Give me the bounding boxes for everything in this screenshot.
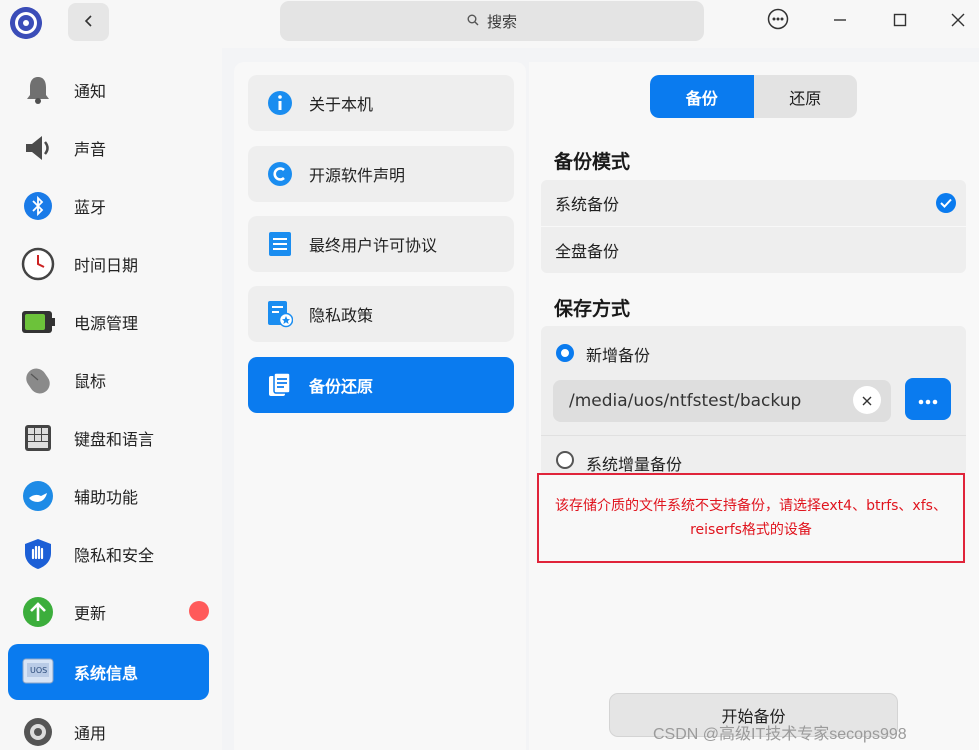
backup-restore-panel: 备份 还原 备份模式 系统备份 全盘备份 保存方式 新增备份 /media/uo…: [529, 62, 979, 750]
incremental-backup-radio[interactable]: [556, 451, 574, 469]
backup-mode-title: 备份模式: [554, 151, 631, 173]
sidebar-item-bluetooth[interactable]: 蓝牙: [8, 178, 209, 234]
watermark: CSDN @高级IT技术专家secops998: [653, 726, 907, 743]
sidebar-item-power[interactable]: 电源管理: [8, 294, 209, 350]
menu-item-privacy-policy[interactable]: 隐私政策: [248, 286, 514, 342]
backup-path-value: /media/uos/ntfstest/backup: [569, 391, 802, 411]
backup-mode-label: 全盘备份: [555, 242, 620, 261]
sidebar-item-update[interactable]: 更新: [8, 584, 209, 640]
shield-icon: [20, 536, 56, 572]
sidebar: 通知 声音 蓝牙 时间日期 电源管理 鼠标 键盘和语言 辅助功能 隐私和安全 更…: [0, 48, 222, 750]
browse-path-button[interactable]: [905, 378, 951, 420]
keyboard-icon: [20, 420, 56, 456]
menu-item-about[interactable]: 关于本机: [248, 75, 514, 131]
sidebar-item-system-info[interactable]: UOS 系统信息: [8, 644, 209, 700]
search-input[interactable]: 搜索: [280, 1, 704, 41]
backup-mode-system[interactable]: 系统备份: [541, 180, 966, 226]
sidebar-item-label: 更新: [74, 604, 107, 623]
clear-path-button[interactable]: [853, 386, 881, 414]
close-button[interactable]: [938, 4, 978, 38]
warning-text: 该存储介质的文件系统不支持备份，请选择ext4、btrfs、xfs、reiser…: [555, 498, 947, 538]
battery-icon: [20, 304, 56, 340]
menu-item-open-source[interactable]: 开源软件声明: [248, 146, 514, 202]
more-menu-button[interactable]: [758, 4, 798, 38]
sidebar-item-mouse[interactable]: 鼠标: [8, 352, 209, 408]
speaker-icon: [20, 130, 56, 166]
sidebar-item-sound[interactable]: 声音: [8, 120, 209, 176]
sidebar-item-label: 通用: [74, 724, 107, 743]
menu-item-eula[interactable]: 最终用户许可协议: [248, 216, 514, 272]
menu-item-backup-restore[interactable]: 备份还原: [248, 357, 514, 413]
sidebar-item-label: 系统信息: [74, 664, 139, 683]
search-icon: [467, 12, 479, 30]
sidebar-item-label: 通知: [74, 82, 107, 101]
sidebar-item-notification[interactable]: 通知: [8, 62, 209, 118]
sidebar-item-label: 隐私和安全: [74, 546, 155, 565]
backup-icon: [266, 371, 294, 399]
clock-icon: [20, 246, 56, 282]
backup-mode-full-disk[interactable]: 全盘备份: [541, 227, 966, 273]
copyright-icon: [266, 160, 294, 188]
update-badge: [189, 601, 209, 621]
close-icon: [862, 391, 872, 410]
more-icon: [767, 8, 789, 34]
sidebar-item-label: 电源管理: [74, 314, 139, 333]
menu-item-label: 开源软件声明: [309, 166, 406, 185]
accessibility-icon: [20, 478, 56, 514]
sidebar-item-label: 鼠标: [74, 372, 107, 391]
bluetooth-icon: [20, 188, 56, 224]
sidebar-item-general[interactable]: 通用: [8, 704, 209, 750]
title-bar: 搜索: [0, 0, 979, 48]
divider: [541, 435, 966, 436]
new-backup-radio[interactable]: [556, 344, 574, 362]
sidebar-item-accessibility[interactable]: 辅助功能: [8, 468, 209, 524]
document-icon: [266, 230, 294, 258]
menu-item-label: 隐私政策: [309, 306, 374, 325]
more-horizontal-icon: [918, 390, 938, 409]
sidebar-item-label: 声音: [74, 140, 107, 159]
info-icon: [266, 89, 294, 117]
minimize-icon: [833, 12, 847, 31]
system-info-icon: UOS: [20, 654, 56, 690]
checkmark-icon: [936, 193, 956, 213]
sidebar-item-label: 辅助功能: [74, 488, 139, 507]
mouse-icon: [20, 362, 56, 398]
sidebar-item-privacy-security[interactable]: 隐私和安全: [8, 526, 209, 582]
incremental-backup-label: 系统增量备份: [586, 455, 683, 474]
privacy-policy-icon: [266, 300, 294, 328]
bell-icon: [20, 72, 56, 108]
system-info-menu: 关于本机 开源软件声明 最终用户许可协议 隐私政策 备份还原: [234, 62, 526, 750]
backup-path-field[interactable]: /media/uos/ntfstest/backup: [553, 380, 891, 422]
app-logo-icon: [9, 6, 43, 40]
menu-item-label: 关于本机: [309, 95, 374, 114]
filesystem-warning: 该存储介质的文件系统不支持备份，请选择ext4、btrfs、xfs、reiser…: [537, 473, 965, 563]
minimize-button[interactable]: [820, 4, 860, 38]
save-method-title: 保存方式: [554, 298, 631, 320]
menu-item-label: 备份还原: [309, 377, 374, 396]
update-icon: [20, 594, 56, 630]
chevron-left-icon: [83, 13, 95, 32]
maximize-icon: [893, 12, 907, 31]
new-backup-label: 新增备份: [586, 346, 651, 365]
sidebar-item-label: 蓝牙: [74, 198, 107, 217]
gear-icon: [20, 714, 56, 750]
sidebar-item-label: 时间日期: [74, 256, 139, 275]
sidebar-item-keyboard[interactable]: 键盘和语言: [8, 410, 209, 466]
close-icon: [951, 12, 965, 31]
tab-restore[interactable]: 还原: [754, 75, 858, 118]
maximize-button[interactable]: [880, 4, 920, 38]
svg-text:UOS: UOS: [30, 666, 47, 675]
back-button[interactable]: [68, 3, 109, 41]
backup-restore-tabs: 备份 还原: [650, 75, 857, 118]
backup-mode-label: 系统备份: [555, 195, 620, 214]
save-method-box: 新增备份 /media/uos/ntfstest/backup 系统增量备份: [541, 326, 966, 476]
tab-backup[interactable]: 备份: [650, 75, 754, 118]
sidebar-item-datetime[interactable]: 时间日期: [8, 236, 209, 292]
search-placeholder: 搜索: [486, 12, 517, 31]
sidebar-item-label: 键盘和语言: [74, 430, 155, 449]
menu-item-label: 最终用户许可协议: [309, 236, 438, 255]
